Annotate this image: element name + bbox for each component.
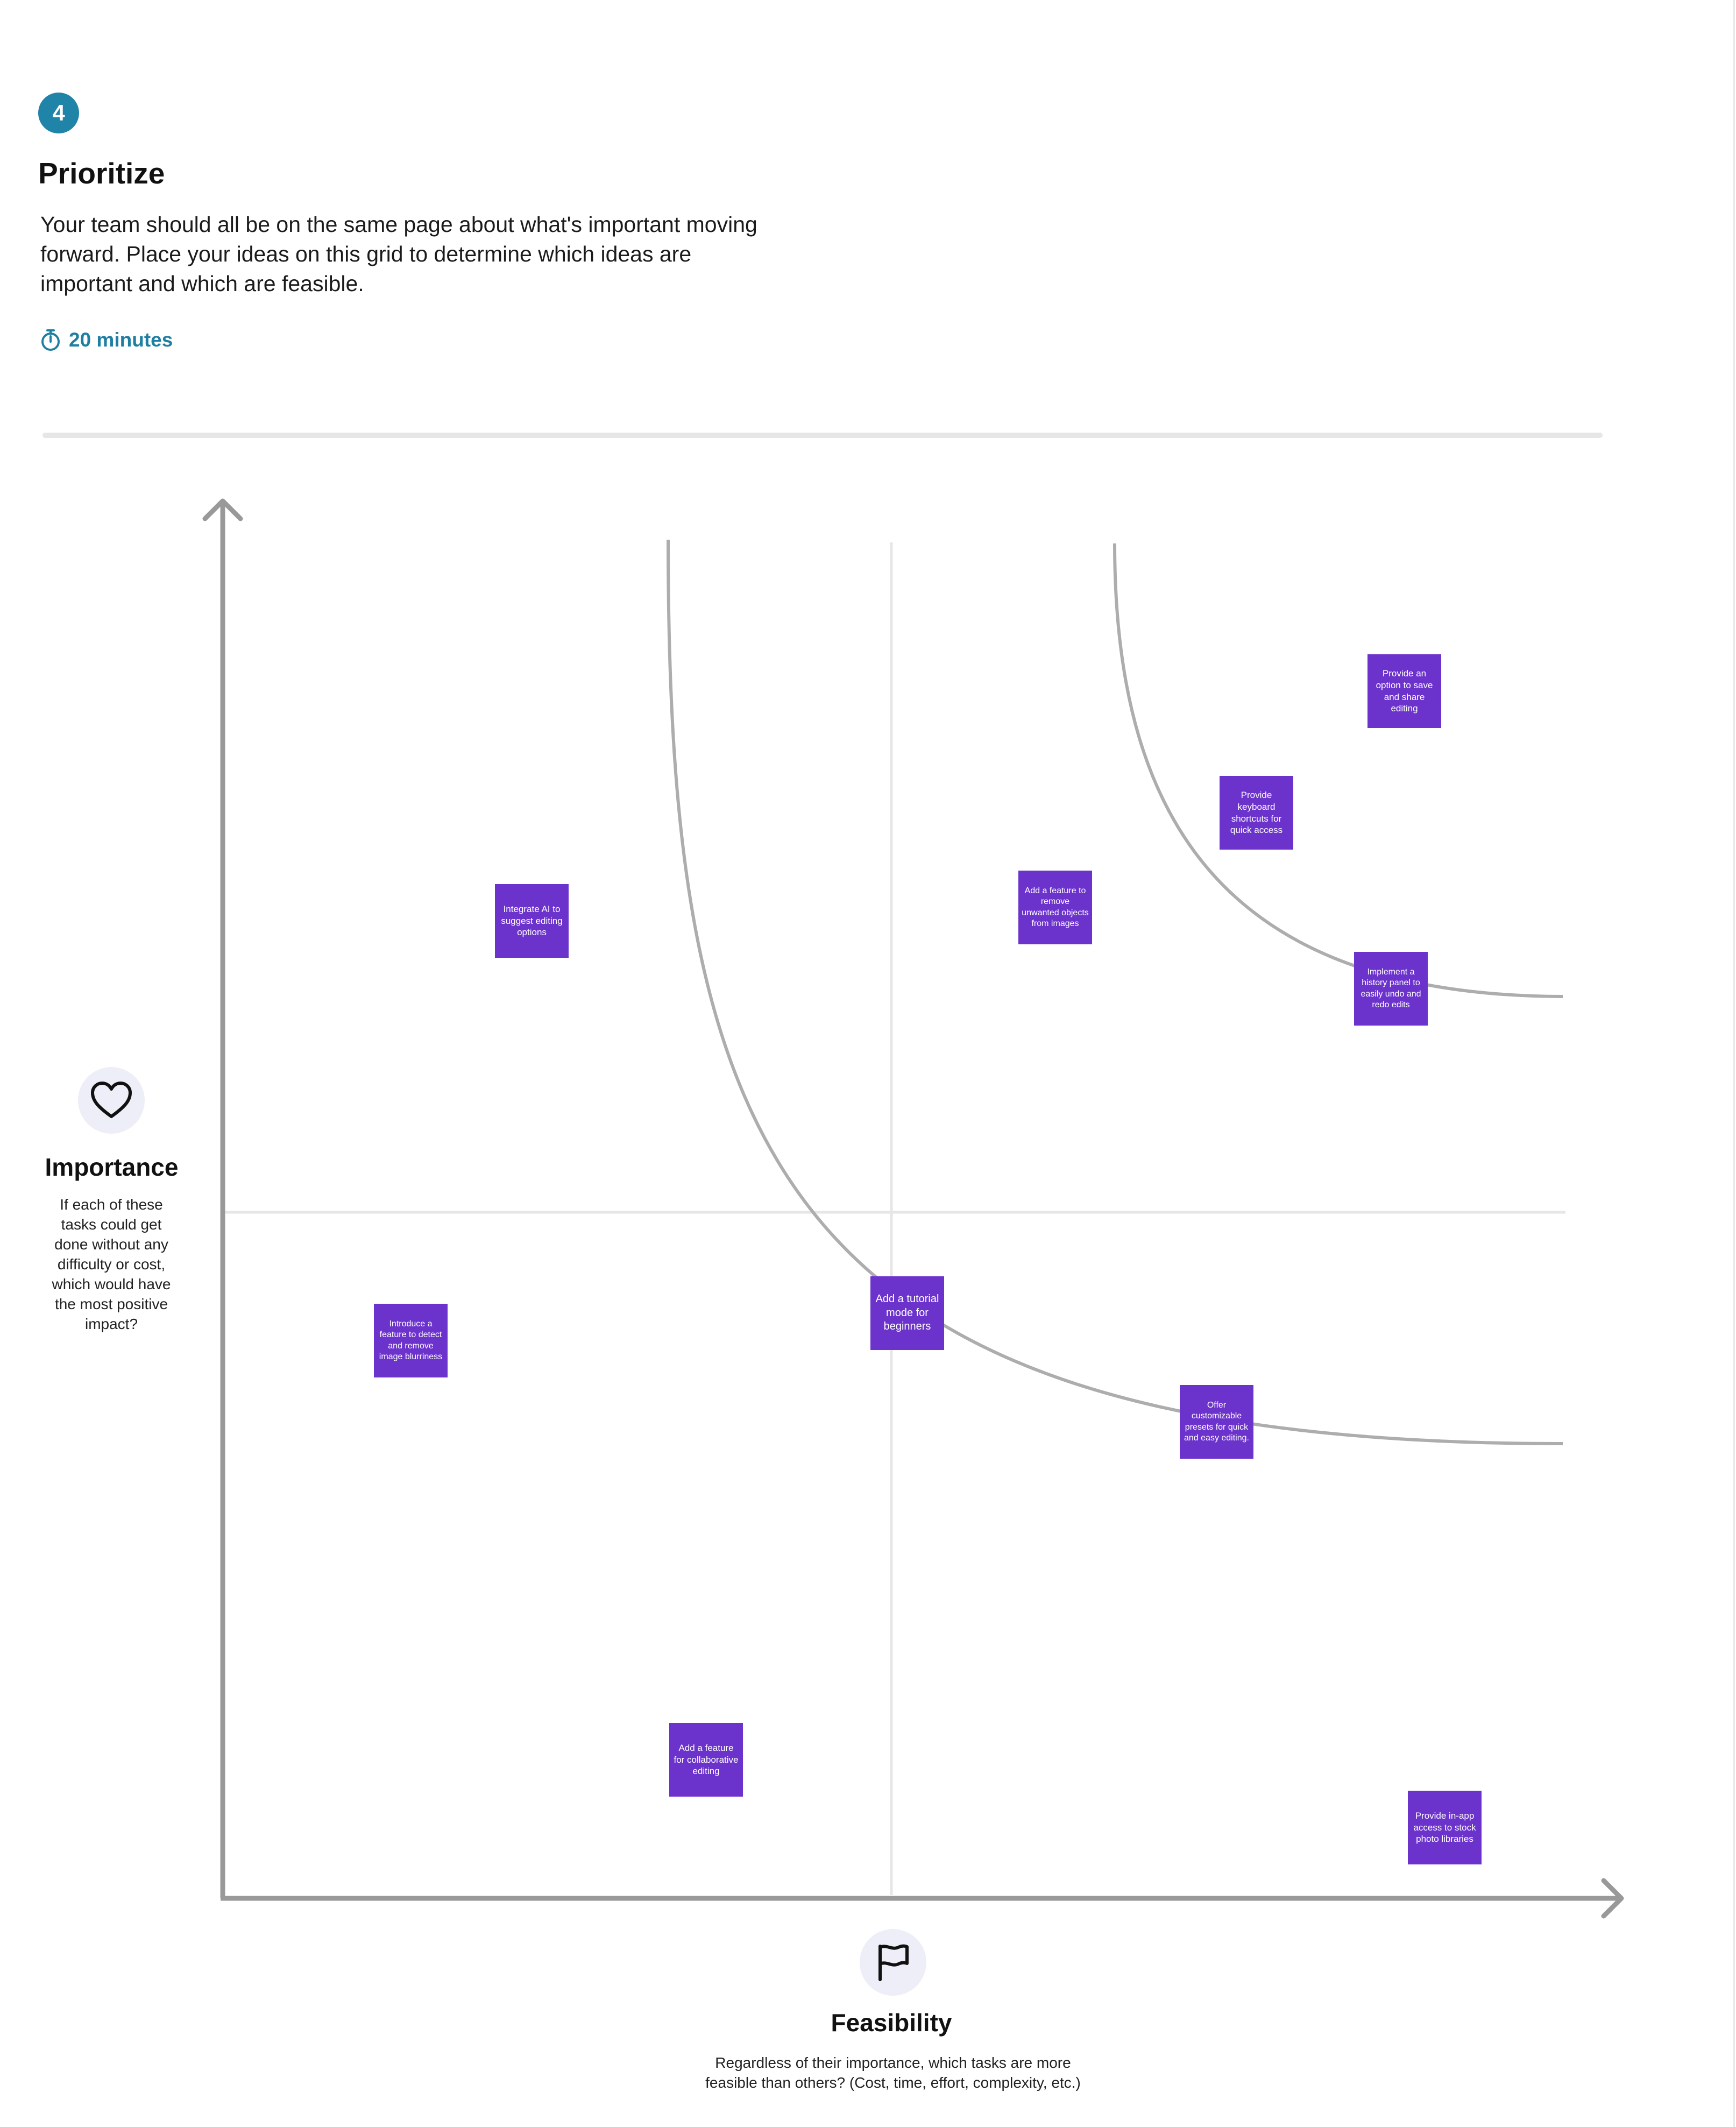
importance-icon-badge	[78, 1067, 145, 1134]
sticky-note[interactable]: Add a tutorial mode for beginners	[870, 1276, 944, 1350]
sticky-note[interactable]: Implement a history panel to easily undo…	[1354, 952, 1428, 1026]
feasibility-description: Regardless of their importance, which ta…	[705, 2054, 1081, 2091]
importance-description: If each of these tasks could get done wi…	[52, 1196, 171, 1332]
importance-title: Importance	[45, 1153, 179, 1181]
sticky-note[interactable]: Provide keyboard shortcuts for quick acc…	[1220, 776, 1293, 850]
sticky-note[interactable]: Add a feature to remove unwanted objects…	[1018, 871, 1092, 944]
flag-icon	[878, 1944, 909, 1981]
outer-priority-curve	[1113, 543, 1563, 998]
sticky-note[interactable]: Integrate AI to suggest editing options	[495, 884, 569, 958]
sticky-note[interactable]: Introduce a feature to detect and remove…	[374, 1304, 448, 1377]
feasibility-icon-badge	[860, 1929, 926, 1996]
heart-icon	[91, 1082, 132, 1118]
sticky-note[interactable]: Offer customizable presets for quick and…	[1180, 1385, 1253, 1459]
sticky-note[interactable]: Add a feature for collaborative editing	[669, 1723, 743, 1797]
sticky-note[interactable]: Provide in-app access to stock photo lib…	[1408, 1791, 1482, 1864]
sticky-note[interactable]: Provide an option to save and share edit…	[1367, 654, 1441, 728]
feasibility-title: Feasibility	[831, 2009, 952, 2037]
